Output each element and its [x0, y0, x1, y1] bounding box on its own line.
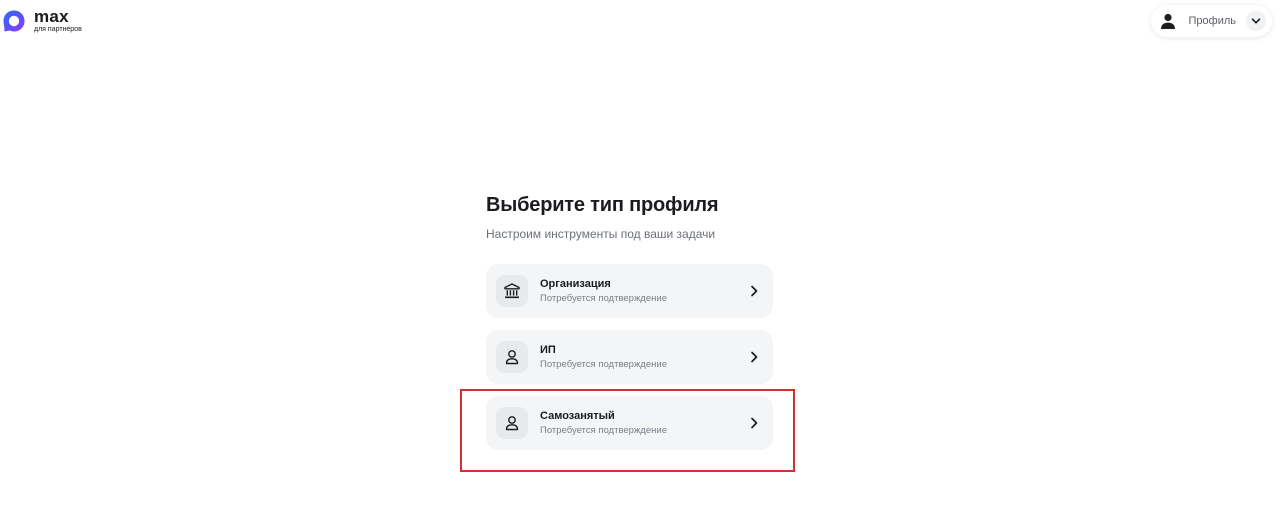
option-description: Потребуется подтверждение — [540, 293, 667, 304]
option-text: Организация Потребуется подтверждение — [540, 277, 747, 305]
logo-subtitle: для партнеров — [34, 25, 82, 33]
user-avatar-icon — [1160, 13, 1175, 29]
profile-menu-button[interactable]: Профиль — [1150, 5, 1272, 37]
option-icon-container — [496, 341, 528, 373]
bank-building-icon — [504, 283, 520, 299]
page-subtitle: Настроим инструменты под ваши задачи — [486, 227, 716, 241]
chevron-right-icon — [751, 417, 758, 429]
option-text: Самозанятый Потребуется подтверждение — [540, 409, 747, 437]
page-title: Выберите тип профиля — [486, 194, 719, 216]
logo-name: max — [34, 6, 69, 26]
profile-type-panel: Выберите тип профиля Настроим инструмент… — [486, 192, 773, 462]
option-description: Потребуется подтверждение — [540, 425, 667, 436]
option-icon-container — [496, 275, 528, 307]
person-icon — [505, 350, 519, 365]
option-title: Организация — [540, 278, 611, 290]
chevron-right-icon — [751, 351, 758, 363]
option-icon-container — [496, 407, 528, 439]
logo-text: max для партнеров — [34, 6, 82, 34]
profile-label: Профиль — [1188, 15, 1237, 27]
option-self-employed[interactable]: Самозанятый Потребуется подтверждение — [486, 396, 773, 450]
option-individual-entrepreneur[interactable]: ИП Потребуется подтверждение — [486, 330, 773, 384]
chevron-right-icon — [751, 285, 758, 297]
option-organization[interactable]: Организация Потребуется подтверждение — [486, 264, 773, 318]
option-description: Потребуется подтверждение — [540, 359, 667, 370]
top-bar: max для партнеров Профиль — [0, 0, 1280, 44]
max-logo[interactable]: max для партнеров — [2, 7, 82, 35]
profile-type-list: Организация Потребуется подтверждение ИП… — [486, 264, 773, 450]
chevron-down-icon — [1251, 18, 1261, 24]
profile-dropdown-toggle[interactable] — [1246, 11, 1266, 31]
person-icon — [505, 416, 519, 431]
option-title: Самозанятый — [540, 410, 615, 422]
max-logo-icon — [3, 10, 25, 32]
option-title: ИП — [540, 344, 556, 356]
option-text: ИП Потребуется подтверждение — [540, 343, 747, 371]
